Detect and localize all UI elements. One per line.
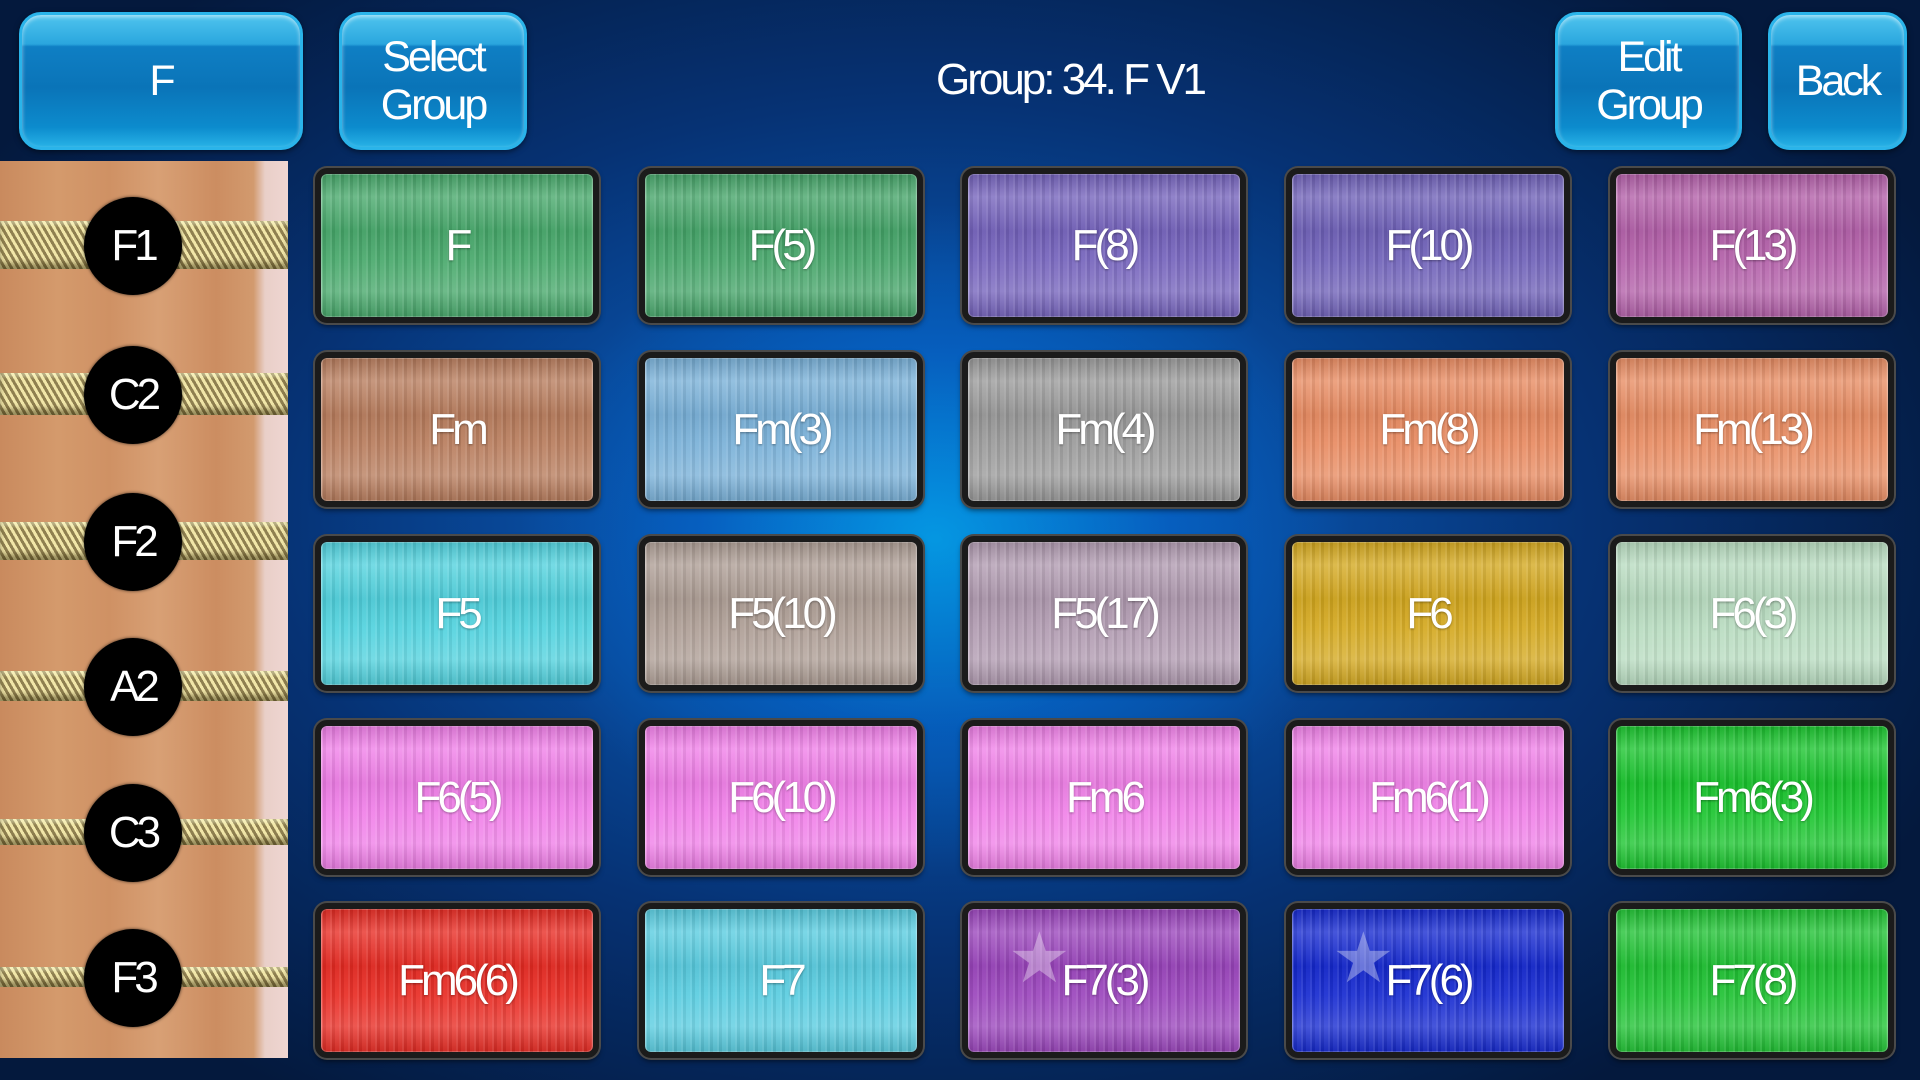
chord-pad[interactable]: Fm6(1) — [1286, 720, 1570, 875]
chord-pad-label: F6(3) — [1709, 588, 1798, 638]
note-label: F2 — [111, 517, 158, 566]
chord-pad[interactable]: F6(3) — [1610, 536, 1894, 691]
chord-pad[interactable]: Fm — [315, 352, 599, 507]
note-label: C2 — [108, 370, 161, 419]
chord-pad[interactable]: Fm6 — [962, 720, 1246, 875]
select-group-label-line2: Group — [380, 81, 489, 129]
chord-pad-label: F — [445, 220, 473, 270]
guitar-fretboard: F1 C2 F2 A2 C3 F3 — [0, 161, 288, 1058]
select-group-label-line1: Select — [382, 33, 487, 81]
key-select-label: F — [149, 57, 175, 105]
chord-pad[interactable]: F5 — [315, 536, 599, 691]
key-select-button[interactable]: F — [19, 12, 303, 150]
chord-pad[interactable]: Fm6(3) — [1610, 720, 1894, 875]
chord-pad-label: Fm(8) — [1379, 404, 1480, 454]
chord-pad-label: F5(10) — [728, 588, 838, 638]
chord-pad[interactable]: F(13) — [1610, 168, 1894, 323]
chord-pad-label: F6(5) — [414, 772, 503, 822]
chord-pad[interactable]: F5(17) — [962, 536, 1246, 691]
note-button-5[interactable]: C3 — [84, 784, 182, 882]
chord-pad-label: F(10) — [1385, 220, 1474, 270]
chord-pad[interactable]: F5(10) — [639, 536, 923, 691]
chord-pad-label: Fm6(1) — [1369, 772, 1491, 822]
chord-pad-label: Fm(3) — [732, 404, 833, 454]
note-button-4[interactable]: A2 — [84, 638, 182, 736]
note-label: C3 — [108, 808, 161, 857]
back-button[interactable]: Back — [1768, 12, 1907, 150]
chord-pad-label: Fm6 — [1066, 772, 1146, 822]
chord-pad-label: Fm6(6) — [398, 955, 520, 1005]
chord-pad[interactable]: F7 — [639, 903, 923, 1058]
chord-pad[interactable]: Fm(4) — [962, 352, 1246, 507]
chord-pad-label: F7 — [759, 955, 806, 1005]
chord-pad-label: F7(8) — [1709, 955, 1798, 1005]
note-button-6[interactable]: F3 — [84, 929, 182, 1027]
chord-pad[interactable]: F(5) — [639, 168, 923, 323]
chord-pad[interactable]: F(8) — [962, 168, 1246, 323]
chord-pad-label: F7(6) — [1385, 955, 1474, 1005]
edit-group-label-line2: Group — [1596, 81, 1704, 129]
note-label: A2 — [110, 662, 160, 711]
chord-pad[interactable]: F — [315, 168, 599, 323]
note-button-3[interactable]: F2 — [84, 493, 182, 591]
chord-pad-label: F6 — [1406, 588, 1453, 638]
chord-pad[interactable]: ★ F7(6) — [1286, 903, 1570, 1058]
group-title: Group: 34. F V1 — [935, 55, 1207, 104]
chord-pad-label: F5 — [435, 588, 482, 638]
chord-pad[interactable]: ★ F7(3) — [962, 903, 1246, 1058]
chord-pad-label: Fm6(3) — [1693, 772, 1815, 822]
chord-pad[interactable]: F6 — [1286, 536, 1570, 691]
chord-pad-label: F(13) — [1709, 220, 1798, 270]
chord-pad-label: F6(10) — [728, 772, 838, 822]
chord-pad[interactable]: F6(10) — [639, 720, 923, 875]
chord-pad[interactable]: F(10) — [1286, 168, 1570, 323]
back-label: Back — [1795, 57, 1883, 105]
chord-pad[interactable]: Fm6(6) — [315, 903, 599, 1058]
chord-pad-label: Fm(13) — [1693, 404, 1815, 454]
chord-pad-label: F7(3) — [1061, 955, 1150, 1005]
note-button-1[interactable]: F1 — [84, 197, 182, 295]
chord-pad-label: F(5) — [748, 220, 818, 270]
note-label: F3 — [111, 953, 158, 1002]
note-button-2[interactable]: C2 — [84, 346, 182, 444]
edit-group-button[interactable]: Edit Group — [1555, 12, 1742, 150]
chord-pad[interactable]: Fm(13) — [1610, 352, 1894, 507]
chord-pad[interactable]: Fm(8) — [1286, 352, 1570, 507]
edit-group-label-line1: Edit — [1617, 33, 1682, 81]
select-group-button[interactable]: Select Group — [339, 12, 527, 150]
chord-pad[interactable]: Fm(3) — [639, 352, 923, 507]
chord-pad-label: Fm — [429, 404, 488, 454]
chord-pad-label: Fm(4) — [1055, 404, 1156, 454]
chord-pad-label: F5(17) — [1051, 588, 1161, 638]
chord-pad-label: F(8) — [1071, 220, 1141, 270]
chord-pad[interactable]: F7(8) — [1610, 903, 1894, 1058]
chord-pad[interactable]: F6(5) — [315, 720, 599, 875]
note-label: F1 — [111, 221, 158, 270]
